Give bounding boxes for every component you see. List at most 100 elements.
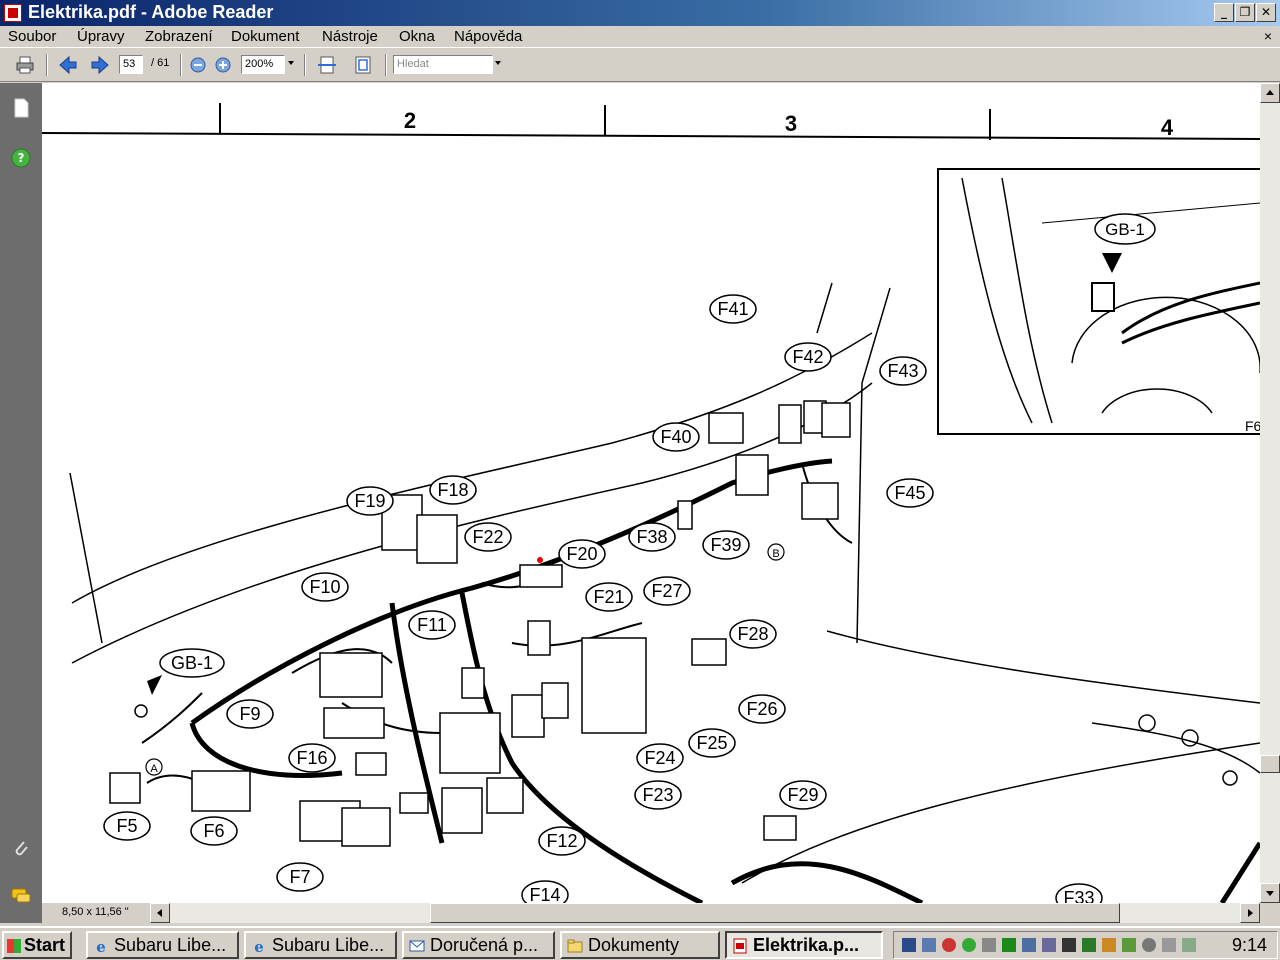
- scroll-right-button[interactable]: [1240, 903, 1260, 923]
- tray-volume-icon[interactable]: [982, 938, 996, 952]
- minimize-button[interactable]: _: [1214, 3, 1234, 22]
- search-input[interactable]: Hledat: [393, 55, 493, 74]
- document-view[interactable]: 2 3 4 GB-1 F6 A B F41 F42 F43 F40 F45 F3…: [42, 83, 1260, 903]
- taskbar: Start e Subaru Libe... e Subaru Libe... …: [0, 926, 1280, 960]
- zoom-out-icon[interactable]: [188, 55, 208, 75]
- connector-label: F20: [566, 544, 597, 564]
- connector-callout: F12: [538, 826, 586, 856]
- toolbar-separator: [180, 54, 182, 76]
- taskbar-item-elektrika[interactable]: Elektrika.p...: [725, 931, 883, 959]
- menu-upravy[interactable]: Úpravy: [77, 28, 125, 45]
- menu-dokument[interactable]: Dokument: [231, 28, 299, 45]
- taskbar-item-ie-1[interactable]: e Subaru Libe...: [86, 931, 239, 959]
- horizontal-scrollbar[interactable]: [150, 903, 1260, 923]
- menu-napoveda[interactable]: Nápověda: [454, 28, 522, 45]
- menu-nastroje[interactable]: Nástroje: [322, 28, 378, 45]
- connector-label: F25: [696, 733, 727, 753]
- fit-width-icon[interactable]: [317, 55, 337, 75]
- connector-callout: F26: [738, 694, 786, 724]
- restore-button[interactable]: ❐: [1235, 3, 1255, 22]
- mail-icon: [409, 940, 425, 952]
- connector-label: F43: [887, 361, 918, 381]
- connector-label: F12: [546, 831, 577, 851]
- scroll-thumb[interactable]: [1260, 755, 1280, 773]
- connector-callout: F29: [779, 780, 827, 810]
- connector-label: F26: [746, 699, 777, 719]
- search-dropdown-icon[interactable]: [495, 61, 501, 65]
- zoom-level-input[interactable]: 200%: [241, 55, 285, 74]
- connector-callout: F42: [784, 342, 832, 372]
- zoom-dropdown-icon[interactable]: [288, 61, 294, 65]
- internet-explorer-icon: e: [254, 938, 264, 954]
- inset-code: F6: [1245, 418, 1260, 434]
- tray-messenger-icon[interactable]: [962, 938, 976, 952]
- taskbar-item-ie-2[interactable]: e Subaru Libe...: [244, 931, 397, 959]
- connector-label: F29: [787, 785, 818, 805]
- connector-callout: F7: [276, 862, 324, 892]
- horizontal-scroll-thumb[interactable]: [430, 903, 1120, 923]
- pages-panel-icon[interactable]: [10, 97, 32, 119]
- vertical-scrollbar[interactable]: [1260, 83, 1280, 903]
- connector-callout: F9: [226, 699, 274, 729]
- previous-page-icon[interactable]: [58, 55, 78, 75]
- connector-callout: F18: [429, 475, 477, 505]
- attachments-icon[interactable]: [10, 837, 32, 859]
- arrow-up-icon: [1266, 90, 1274, 95]
- tray-app-icon[interactable]: [1062, 938, 1076, 952]
- header-rule: [42, 132, 1260, 140]
- toolbar-separator: [385, 54, 387, 76]
- scrollbar-corner: [1260, 903, 1280, 923]
- connector-label: F11: [417, 615, 447, 635]
- toolbar-separator: [46, 54, 48, 76]
- page-number-input[interactable]: 53: [119, 55, 143, 74]
- next-page-icon[interactable]: [90, 55, 110, 75]
- tray-bluetooth-icon[interactable]: [1082, 938, 1096, 952]
- connector-callout: F16: [288, 743, 336, 773]
- taskbar-item-inbox[interactable]: Doručená p...: [402, 931, 555, 959]
- help-icon[interactable]: ?: [10, 147, 32, 169]
- tray-device-icon[interactable]: [1042, 938, 1056, 952]
- arrow-down-icon: [1266, 891, 1274, 896]
- arrow-left-icon: [157, 909, 162, 917]
- tray-network-icon[interactable]: [922, 938, 936, 952]
- windows-flag-icon: [7, 939, 21, 953]
- tray-play-icon[interactable]: [1002, 938, 1016, 952]
- menu-okna[interactable]: Okna: [399, 28, 435, 45]
- taskbar-item-label: Elektrika.p...: [753, 935, 860, 955]
- scroll-up-button[interactable]: [1260, 83, 1280, 103]
- tray-antivirus-icon[interactable]: [942, 938, 956, 952]
- scroll-down-button[interactable]: [1260, 883, 1280, 903]
- ground-label: A: [150, 763, 158, 775]
- svg-text:e: e: [254, 938, 264, 954]
- connector-callout: F10: [301, 572, 349, 602]
- tray-disk-icon[interactable]: [1142, 938, 1156, 952]
- taskbar-item-documents[interactable]: Dokumenty: [560, 931, 720, 959]
- fit-page-icon[interactable]: [353, 55, 373, 75]
- connector-callout: F11: [408, 610, 456, 640]
- start-button[interactable]: Start: [2, 931, 72, 959]
- connector-callout: F6: [190, 816, 238, 846]
- print-icon[interactable]: [15, 55, 35, 75]
- tray-power-icon[interactable]: [1162, 938, 1176, 952]
- connector-callout: F14: [521, 880, 569, 903]
- menu-soubor[interactable]: Soubor: [8, 28, 56, 45]
- connector-callout: F41: [709, 294, 757, 324]
- tray-nvidia-icon[interactable]: [1122, 938, 1136, 952]
- menu-zobrazeni[interactable]: Zobrazení: [145, 28, 213, 45]
- tray-search-icon[interactable]: [1022, 938, 1036, 952]
- connector-callout: F43: [879, 356, 927, 386]
- connector-label: F42: [792, 347, 823, 367]
- comments-icon[interactable]: [10, 885, 32, 907]
- ground-arrow: [147, 675, 162, 695]
- internet-explorer-icon: e: [96, 938, 106, 954]
- start-label: Start: [24, 935, 66, 955]
- tray-misc-icon[interactable]: [1182, 938, 1196, 952]
- page-total: / 61: [151, 57, 170, 69]
- close-document-icon[interactable]: ×: [1264, 28, 1272, 44]
- tray-update-icon[interactable]: [1102, 938, 1116, 952]
- scroll-left-button[interactable]: [150, 903, 170, 923]
- tray-cs-icon[interactable]: [902, 938, 916, 952]
- zoom-in-icon[interactable]: [213, 55, 233, 75]
- close-button[interactable]: ✕: [1256, 3, 1276, 22]
- inset-detail: GB-1 F6: [937, 168, 1260, 435]
